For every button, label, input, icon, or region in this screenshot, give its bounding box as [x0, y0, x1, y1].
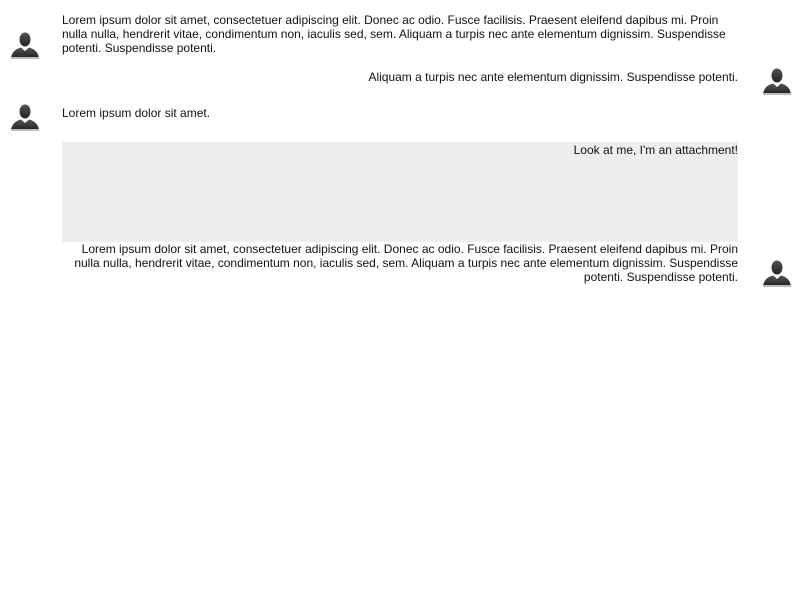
user-silhouette-icon	[763, 260, 791, 287]
avatar	[762, 259, 792, 287]
attachment-label: Look at me, I'm an attachment!	[573, 143, 738, 157]
attachment[interactable]: Look at me, I'm an attachment!	[62, 142, 738, 242]
user-silhouette-icon	[11, 32, 39, 59]
user-silhouette-icon	[11, 104, 39, 131]
message-thread: Lorem ipsum dolor sit amet, consectetuer…	[0, 0, 800, 600]
message-text: Aliquam a turpis nec ante elementum dign…	[368, 70, 738, 84]
message-text: Lorem ipsum dolor sit amet, consectetuer…	[62, 13, 726, 55]
avatar	[10, 31, 40, 59]
user-silhouette-icon	[763, 68, 791, 95]
message-text: Lorem ipsum dolor sit amet.	[62, 106, 211, 120]
avatar	[762, 67, 792, 95]
avatar	[10, 103, 40, 131]
message-text: Lorem ipsum dolor sit amet, consectetuer…	[74, 242, 738, 284]
